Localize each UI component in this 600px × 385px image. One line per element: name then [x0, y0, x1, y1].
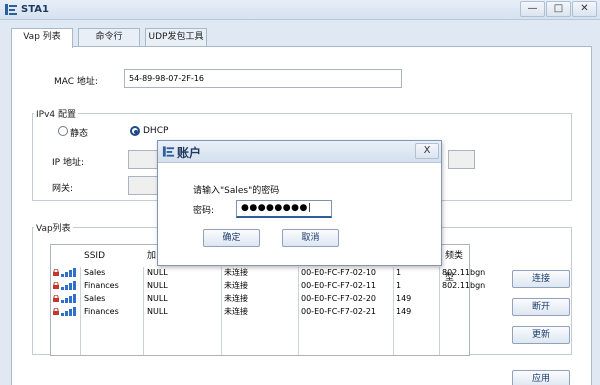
apply-button[interactable]: 应用	[512, 370, 570, 385]
lock-icon	[53, 282, 59, 289]
dialog-title-bar: 账户 X	[158, 141, 441, 163]
app-icon	[162, 146, 175, 157]
signal-strength-icon	[61, 268, 76, 277]
channel-cell: 149	[396, 307, 412, 316]
app-icon	[5, 4, 17, 15]
channel-cell: 1	[396, 268, 402, 277]
title-bar: STA1 — □ ✕	[0, 0, 600, 20]
static-radio-label: 静态	[70, 129, 89, 139]
status-cell: 未连接	[224, 307, 248, 316]
window-title: STA1	[21, 4, 49, 15]
auth-cell: NULL	[147, 294, 168, 303]
ok-button[interactable]: 确定	[203, 229, 260, 247]
ipv4-group-title: IPv4 配置	[34, 107, 78, 120]
dialog-title: 账户	[177, 146, 202, 160]
lock-icon	[53, 295, 59, 302]
table-row[interactable]: Sales NULL 未连接 00-E0-FC-F7-02-20 149	[51, 292, 451, 305]
channel-cell: 1	[396, 281, 402, 290]
lock-icon	[53, 269, 59, 276]
ssid-cell: Finances	[84, 281, 119, 290]
tab-udp-tool[interactable]: UDP发包工具	[145, 28, 207, 47]
auth-cell: NULL	[147, 268, 168, 277]
signal-strength-icon	[61, 307, 76, 316]
connect-button[interactable]: 连接	[512, 270, 570, 288]
table-row[interactable]: Finances NULL 未连接 00-E0-FC-F7-02-11 1 80…	[51, 279, 485, 292]
bssid-cell: 00-E0-FC-F7-02-10	[301, 268, 376, 277]
close-button[interactable]: ✕	[572, 1, 597, 17]
password-label: 密码:	[193, 206, 215, 216]
dialog-close-button[interactable]: X	[415, 143, 439, 159]
ip-mask-field[interactable]	[448, 150, 475, 169]
bssid-cell: 00-E0-FC-F7-02-11	[301, 281, 376, 290]
bssid-cell: 00-E0-FC-F7-02-21	[301, 307, 376, 316]
channel-cell: 149	[396, 294, 412, 303]
ssid-cell: Sales	[84, 268, 106, 277]
disconnect-button[interactable]: 断开	[512, 298, 570, 316]
gateway-label: 网关:	[52, 184, 74, 194]
dialog-prompt: 请输入"Sales"的密码	[193, 186, 280, 196]
ssid-cell: Finances	[84, 307, 119, 316]
band-cell: 802.11bgn	[442, 281, 486, 290]
status-cell: 未连接	[224, 294, 248, 303]
tab-vap-list[interactable]: Vap 列表	[11, 28, 73, 48]
signal-strength-icon	[61, 281, 76, 290]
password-dialog: 账户 X 请输入"Sales"的密码 密码: ●●●●●●●●| 确定 取消	[157, 140, 442, 266]
tab-command-line[interactable]: 命令行	[78, 28, 140, 47]
table-row[interactable]: Sales NULL 未连接 00-E0-FC-F7-02-10 1 802.1…	[51, 266, 485, 279]
status-cell: 未连接	[224, 268, 248, 277]
table-row[interactable]: Finances NULL 未连接 00-E0-FC-F7-02-21 149	[51, 305, 451, 318]
password-input[interactable]: ●●●●●●●●|	[236, 200, 332, 218]
mac-label: MAC 地址:	[54, 77, 98, 87]
minimize-button[interactable]: —	[520, 1, 545, 17]
vap-group-title: Vap列表	[34, 221, 73, 234]
ssid-cell: Sales	[84, 294, 106, 303]
maximize-button[interactable]: □	[546, 1, 571, 17]
bssid-cell: 00-E0-FC-F7-02-20	[301, 294, 376, 303]
column-header-ssid: SSID	[84, 251, 106, 261]
column-header-band: 频类型	[445, 251, 464, 283]
static-radio[interactable]	[58, 126, 68, 136]
cancel-button[interactable]: 取消	[282, 229, 339, 247]
auth-cell: NULL	[147, 281, 168, 290]
auth-cell: NULL	[147, 307, 168, 316]
ip-address-label: IP 地址:	[52, 158, 84, 168]
dhcp-radio[interactable]	[130, 126, 140, 136]
lock-icon	[53, 308, 59, 315]
signal-strength-icon	[61, 294, 76, 303]
dhcp-radio-label: DHCP	[143, 126, 169, 136]
status-cell: 未连接	[224, 281, 248, 290]
mac-field[interactable]: 54-89-98-07-2F-16	[124, 69, 402, 88]
refresh-button[interactable]: 更新	[512, 326, 570, 344]
band-cell: 802.11bgn	[442, 268, 486, 277]
column-header-auth: 加	[147, 251, 157, 261]
